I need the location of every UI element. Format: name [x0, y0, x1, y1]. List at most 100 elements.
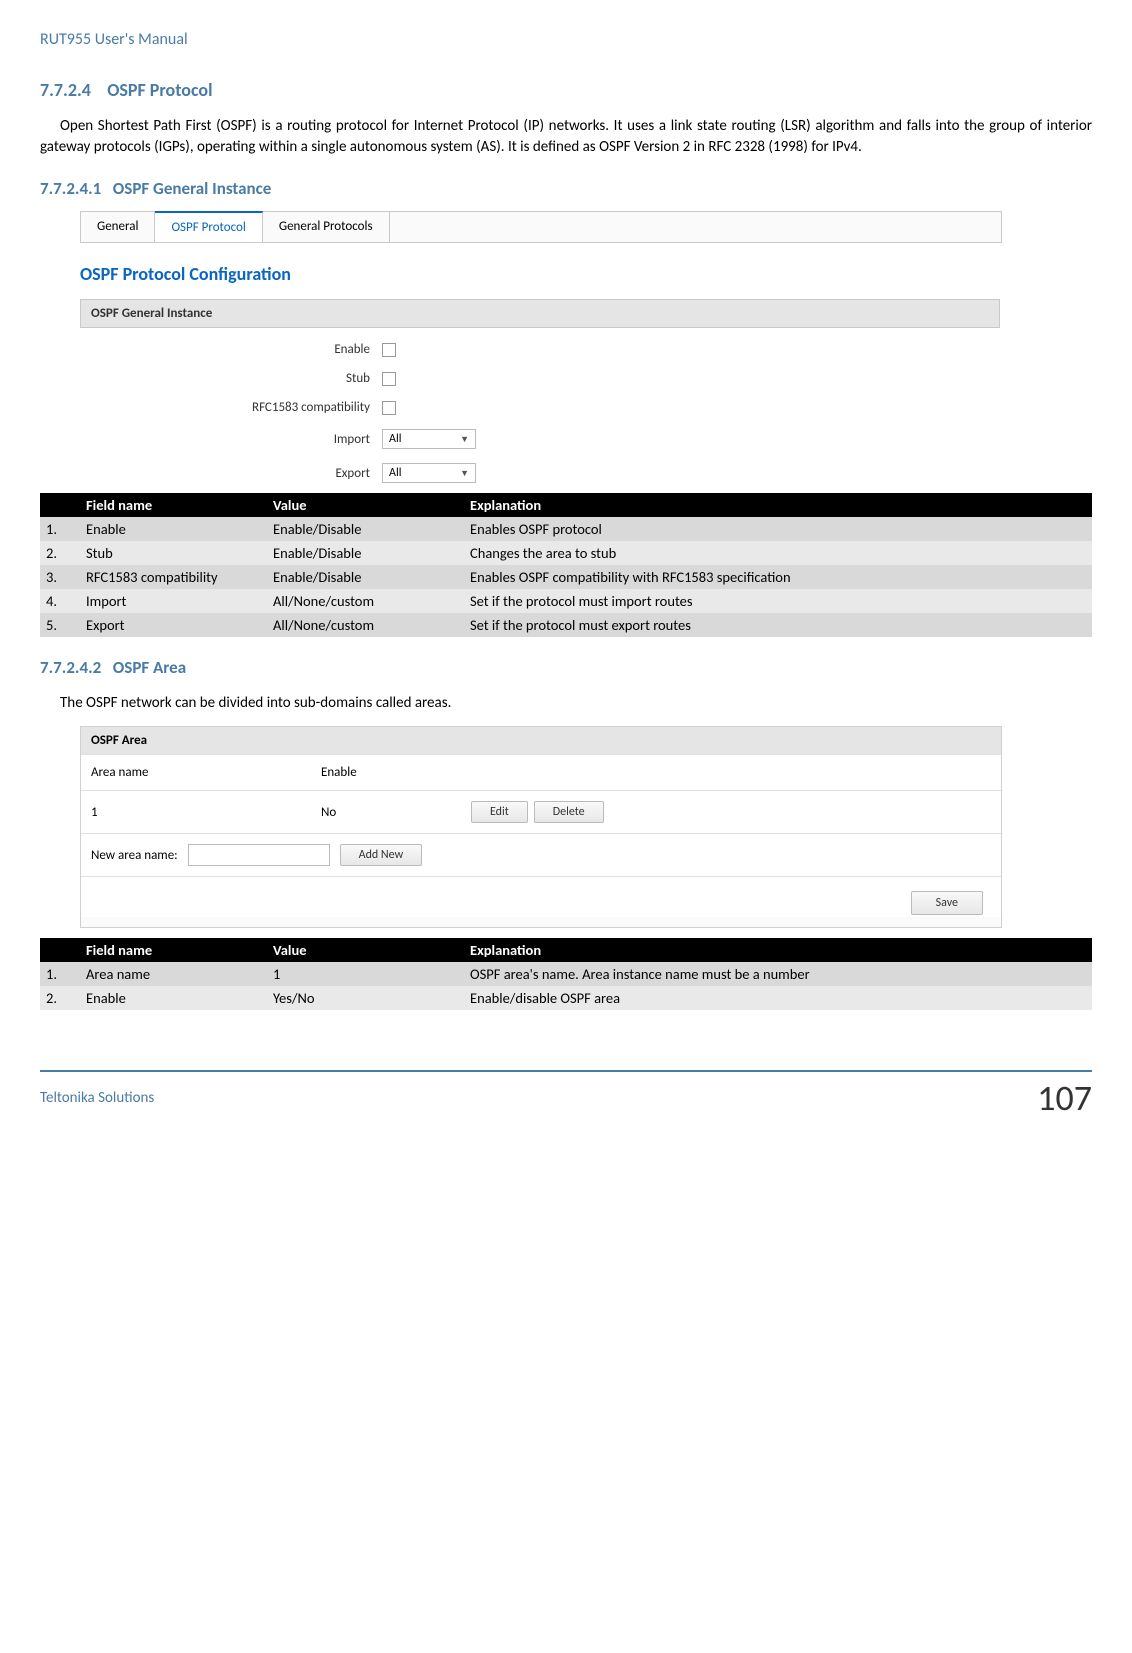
- th-value: Value: [267, 493, 464, 517]
- th-explanation: Explanation: [464, 938, 1092, 962]
- row-import: Import All ▼: [80, 429, 1000, 449]
- th-explanation: Explanation: [464, 493, 1092, 517]
- table-row: 2.EnableYes/NoEnable/disable OSPF area: [40, 986, 1092, 1010]
- cell-value: Yes/No: [267, 986, 464, 1010]
- cell-field: Enable: [80, 986, 267, 1010]
- edit-button[interactable]: Edit: [471, 801, 528, 823]
- heading-number: 7.7.2.4: [40, 79, 91, 101]
- heading-title: OSPF General Instance: [113, 178, 272, 199]
- label-export: Export: [80, 466, 382, 481]
- save-row: Save: [81, 876, 1001, 917]
- row-stub: Stub: [80, 371, 1000, 386]
- cell-expl: Enables OSPF protocol: [464, 517, 1092, 541]
- footer-company: Teltonika Solutions: [40, 1089, 154, 1107]
- table-row: 1.EnableEnable/DisableEnables OSPF proto…: [40, 517, 1092, 541]
- cell-num: 5.: [40, 613, 80, 637]
- cell-expl: Enable/disable OSPF area: [464, 986, 1092, 1010]
- cell-expl: Set if the protocol must export routes: [464, 613, 1092, 637]
- checkbox-rfc1583[interactable]: [382, 401, 396, 415]
- cell-field: Stub: [80, 541, 267, 565]
- select-import[interactable]: All ▼: [382, 429, 476, 449]
- save-button[interactable]: Save: [911, 891, 983, 915]
- tab-general[interactable]: General: [81, 212, 155, 242]
- table-row: 2.StubEnable/DisableChanges the area to …: [40, 541, 1092, 565]
- cell-num: 1.: [40, 517, 80, 541]
- ospf-area-panel: OSPF Area Area name Enable 1 No Edit Del…: [80, 726, 1002, 928]
- chevron-down-icon: ▼: [460, 434, 469, 445]
- th-value: Value: [267, 938, 464, 962]
- row-export: Export All ▼: [80, 463, 1000, 483]
- tab-general-protocols[interactable]: General Protocols: [263, 212, 390, 242]
- heading-number: 7.7.2.4.1: [40, 178, 101, 199]
- cell-num: 2.: [40, 541, 80, 565]
- cell-num: 2.: [40, 986, 80, 1010]
- new-area-row: New area name: Add New: [81, 833, 1001, 876]
- ospf-config-panel: OSPF Protocol Configuration OSPF General…: [80, 263, 1000, 483]
- col-enable: Enable: [321, 765, 471, 780]
- new-area-name-input[interactable]: [188, 844, 330, 866]
- cell-area-name: 1: [91, 805, 321, 820]
- th-field-name: Field name: [80, 938, 267, 962]
- cell-expl: OSPF area's name. Area instance name mus…: [464, 962, 1092, 986]
- protocol-tabs: General OSPF Protocol General Protocols: [80, 211, 1002, 243]
- heading-title: OSPF Protocol: [107, 79, 212, 101]
- select-value: All: [389, 466, 401, 480]
- cell-field: RFC1583 compatibility: [80, 565, 267, 589]
- area-row: 1 No Edit Delete: [81, 790, 1001, 833]
- ospf-area-paragraph: The OSPF network can be divided into sub…: [40, 693, 1092, 714]
- cell-value: Enable/Disable: [267, 541, 464, 565]
- heading-title: OSPF Area: [113, 657, 186, 678]
- area-panel-title: OSPF Area: [81, 727, 1001, 754]
- table-row: 1.Area name1OSPF area's name. Area insta…: [40, 962, 1092, 986]
- cell-field: Enable: [80, 517, 267, 541]
- cell-field: Export: [80, 613, 267, 637]
- row-rfc1583: RFC1583 compatibility: [80, 400, 1000, 415]
- label-enable: Enable: [80, 342, 382, 357]
- cell-field: Import: [80, 589, 267, 613]
- intro-paragraph: Open Shortest Path First (OSPF) is a rou…: [40, 116, 1092, 158]
- cell-expl: Enables OSPF compatibility with RFC1583 …: [464, 565, 1092, 589]
- chevron-down-icon: ▼: [460, 468, 469, 479]
- cell-expl: Set if the protocol must import routes: [464, 589, 1092, 613]
- label-stub: Stub: [80, 371, 382, 386]
- table-row: 3.RFC1583 compatibilityEnable/DisableEna…: [40, 565, 1092, 589]
- cell-value: 1: [267, 962, 464, 986]
- label-rfc1583: RFC1583 compatibility: [80, 400, 382, 415]
- page-footer: Teltonika Solutions 107: [40, 1070, 1092, 1120]
- ospf-area-desc-table: Field name Value Explanation 1.Area name…: [40, 938, 1092, 1010]
- config-panel-title: OSPF Protocol Configuration: [80, 263, 1000, 285]
- table-row: 5.ExportAll/None/customSet if the protoc…: [40, 613, 1092, 637]
- delete-button[interactable]: Delete: [534, 801, 604, 823]
- row-enable: Enable: [80, 342, 1000, 357]
- th-field-name: Field name: [80, 493, 267, 517]
- col-area-name: Area name: [91, 765, 321, 780]
- document-header: RUT955 User's Manual: [40, 30, 1092, 49]
- heading-ospf-general-instance: 7.7.2.4.1 OSPF General Instance: [40, 178, 1092, 199]
- cell-num: 4.: [40, 589, 80, 613]
- table-row: 4.ImportAll/None/customSet if the protoc…: [40, 589, 1092, 613]
- cell-num: 1.: [40, 962, 80, 986]
- cell-expl: Changes the area to stub: [464, 541, 1092, 565]
- cell-enable: No: [321, 805, 471, 820]
- cell-value: All/None/custom: [267, 589, 464, 613]
- checkbox-enable[interactable]: [382, 343, 396, 357]
- cell-field: Area name: [80, 962, 267, 986]
- select-export[interactable]: All ▼: [382, 463, 476, 483]
- area-columns: Area name Enable: [81, 754, 1001, 790]
- cell-num: 3.: [40, 565, 80, 589]
- cell-value: Enable/Disable: [267, 517, 464, 541]
- checkbox-stub[interactable]: [382, 372, 396, 386]
- label-import: Import: [80, 432, 382, 447]
- ospf-general-desc-table: Field name Value Explanation 1.EnableEna…: [40, 493, 1092, 637]
- cell-value: All/None/custom: [267, 613, 464, 637]
- add-new-button[interactable]: Add New: [340, 844, 423, 866]
- heading-ospf-area: 7.7.2.4.2 OSPF Area: [40, 657, 1092, 678]
- tab-ospf-protocol[interactable]: OSPF Protocol: [155, 211, 262, 242]
- heading-number: 7.7.2.4.2: [40, 657, 101, 678]
- select-value: All: [389, 432, 401, 446]
- cell-value: Enable/Disable: [267, 565, 464, 589]
- new-area-label: New area name:: [91, 848, 178, 863]
- page-number: 107: [1037, 1076, 1092, 1120]
- heading-ospf-protocol: 7.7.2.4 OSPF Protocol: [40, 79, 1092, 101]
- section-header: OSPF General Instance: [80, 299, 1000, 328]
